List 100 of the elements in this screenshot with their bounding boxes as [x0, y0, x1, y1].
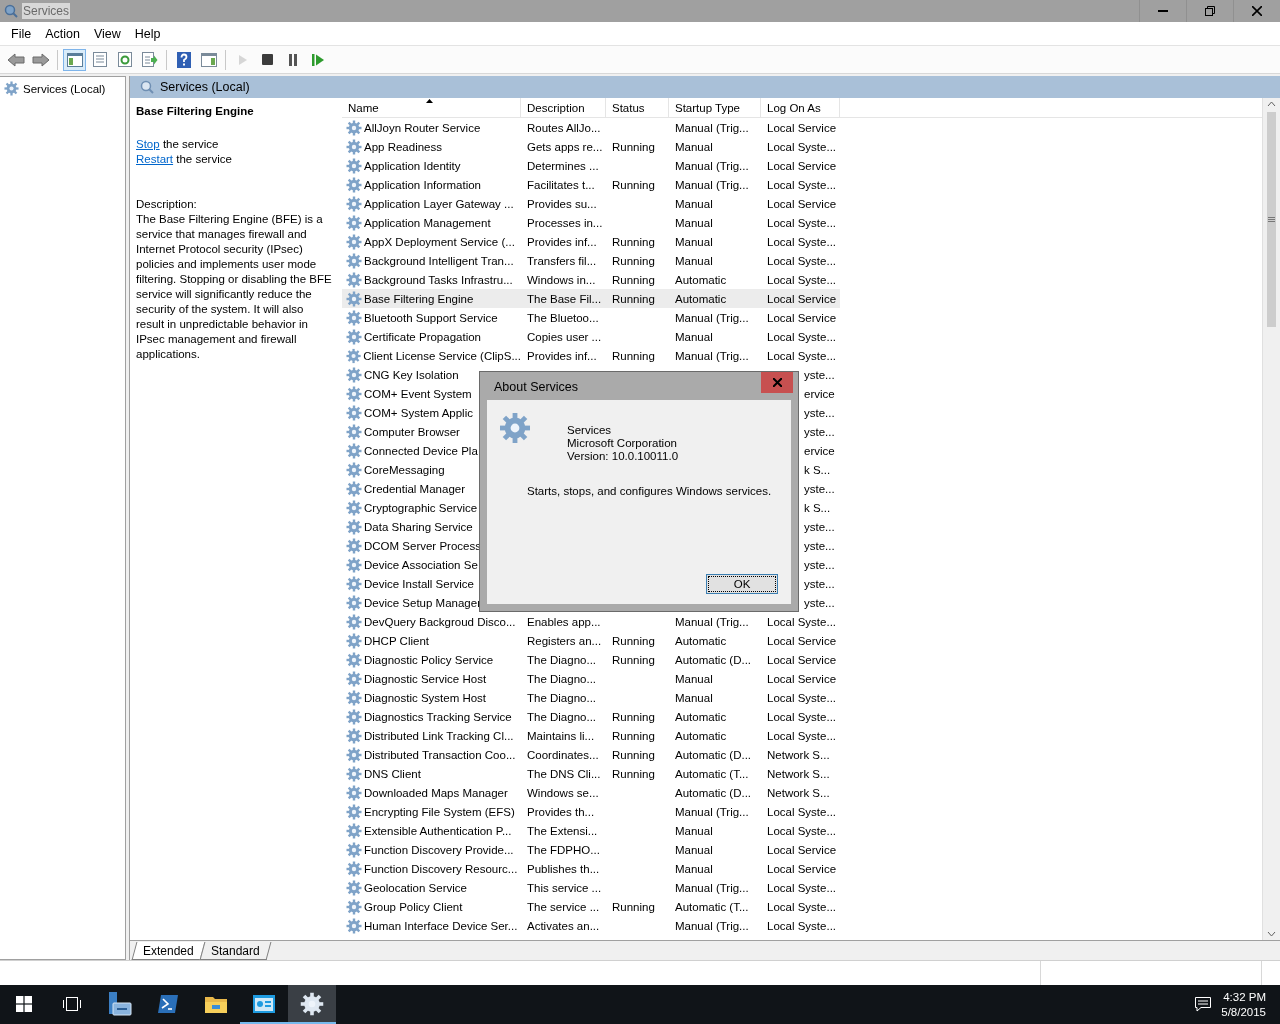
menu-item[interactable]: Help: [127, 26, 168, 41]
gear-icon: [346, 917, 362, 934]
gear-icon: [346, 271, 362, 288]
table-cell: Local Service: [767, 197, 837, 210]
table-cell: Local Service: [767, 672, 837, 685]
service-name: Human Interface Device Ser...: [364, 919, 518, 932]
menu-item[interactable]: Action: [38, 26, 87, 41]
table-cell: Running: [612, 634, 655, 647]
table-cell: Local Syste...: [767, 254, 837, 267]
table-cell: Manual (Trig...: [675, 178, 749, 191]
tree-item-label: Services (Local): [23, 82, 106, 95]
table-cell: yste...: [804, 558, 835, 571]
service-name: Device Association Se: [364, 558, 478, 571]
column-header[interactable]: Startup Type: [669, 98, 761, 117]
gear-icon: [346, 594, 362, 611]
table-cell: Manual: [675, 235, 713, 248]
menu-item[interactable]: File: [4, 26, 39, 41]
service-name: Diagnostics Tracking Service: [364, 710, 512, 723]
table-cell: Automatic: [675, 729, 727, 742]
ok-button[interactable]: OK: [706, 574, 778, 594]
service-name: DevQuery Backgroud Disco...: [364, 615, 516, 628]
table-cell: Running: [612, 178, 655, 191]
column-header[interactable]: Status: [606, 98, 669, 117]
table-cell: Windows se...: [527, 786, 599, 799]
service-name: CNG Key Isolation: [364, 368, 459, 381]
table-cell: The Base Fil...: [527, 292, 602, 305]
service-name: DNS Client: [364, 767, 421, 780]
table-cell: Manual: [675, 862, 713, 875]
view-tab[interactable]: Standard: [199, 942, 271, 960]
windows-logo-icon: [16, 995, 32, 1012]
table-cell: yste...: [804, 406, 835, 419]
service-name: AppX Deployment Service (...: [364, 235, 515, 248]
close-button[interactable]: [761, 372, 793, 393]
table-cell: Registers an...: [527, 634, 602, 647]
gear-icon: [346, 537, 362, 554]
table-cell: Facilitates t...: [527, 178, 595, 191]
table-cell: Running: [612, 710, 655, 723]
gears-icon: [499, 412, 531, 444]
pause-icon: [287, 53, 298, 66]
scroll-thumb[interactable]: [1267, 112, 1276, 327]
table-cell: This service ...: [527, 881, 602, 894]
table-cell: Local Syste...: [767, 881, 837, 894]
table-cell: Local Syste...: [767, 691, 837, 704]
table-cell: Local Syste...: [767, 900, 837, 913]
gear-icon: [346, 575, 362, 592]
powershell-icon: [157, 993, 179, 1014]
view-tab[interactable]: Extended: [131, 942, 206, 960]
selected-row[interactable]: Base Filtering Engine The Base Fil... Running Automatic Local Service: [342, 289, 840, 308]
gear-icon: [346, 670, 362, 687]
table-cell: Local Service: [767, 121, 837, 134]
action-link[interactable]: Stop: [136, 138, 160, 150]
gear-icon: [346, 347, 362, 364]
table-cell: Enables app...: [527, 615, 601, 628]
app-window-icon: [253, 994, 275, 1013]
gear-icon: [346, 765, 362, 782]
table-cell: Local Service: [767, 634, 837, 647]
table-cell: Manual (Trig...: [675, 615, 749, 628]
table-cell: Local Service: [767, 843, 837, 856]
table-cell: ervice: [804, 387, 835, 400]
service-name: Diagnostic Service Host: [364, 672, 487, 685]
tree-item[interactable]: Services (Local): [2, 80, 123, 97]
column-header[interactable]: Description: [521, 98, 606, 117]
gear-icon: [346, 233, 362, 250]
table-cell: Running: [612, 729, 655, 742]
service-name: Geolocation Service: [364, 881, 467, 894]
table-cell: Manual: [675, 140, 713, 153]
dialog-description: Starts, stops, and configures Windows services.: [526, 485, 773, 497]
table-cell: Manual: [675, 254, 713, 267]
table-cell: Automatic (D...: [675, 786, 752, 799]
stop-icon: [262, 54, 273, 65]
table-cell: Copies user ...: [527, 330, 602, 343]
service-name: Credential Manager: [364, 482, 465, 495]
gear-icon: [346, 613, 362, 630]
version-text: Version: 10.0.10011.0: [567, 450, 679, 463]
column-header[interactable]: Log On As: [761, 98, 840, 117]
gear-icon: [346, 366, 362, 383]
table-cell: Routes AllJo...: [527, 121, 601, 134]
action-link[interactable]: Restart: [136, 153, 174, 165]
scrollbar[interactable]: [1262, 98, 1280, 940]
table-cell: Manual (Trig...: [675, 121, 749, 134]
table-cell: Manual: [675, 843, 713, 856]
table-cell: Local Syste...: [767, 615, 837, 628]
service-name: Bluetooth Support Service: [364, 311, 498, 324]
table-cell: Local Syste...: [767, 178, 837, 191]
forward-arrow-icon: [31, 52, 50, 67]
service-name: DHCP Client: [364, 634, 429, 647]
gear-icon: [346, 328, 362, 345]
back-arrow-icon: [6, 52, 25, 67]
gear-icon: [346, 442, 362, 459]
column-header[interactable]: Name: [342, 98, 521, 117]
table-cell: Manual (Trig...: [675, 159, 749, 172]
table-cell: Manual: [675, 197, 713, 210]
restore-icon: [1205, 6, 1215, 16]
table-cell: Network S...: [767, 748, 830, 761]
table-cell: Running: [612, 235, 655, 248]
service-name: App Readiness: [364, 140, 442, 153]
table-cell: Local Syste...: [767, 235, 837, 248]
menu-item[interactable]: View: [86, 26, 128, 41]
taskbar-button[interactable]: [288, 985, 336, 1024]
table-cell: The Extensi...: [527, 824, 598, 837]
